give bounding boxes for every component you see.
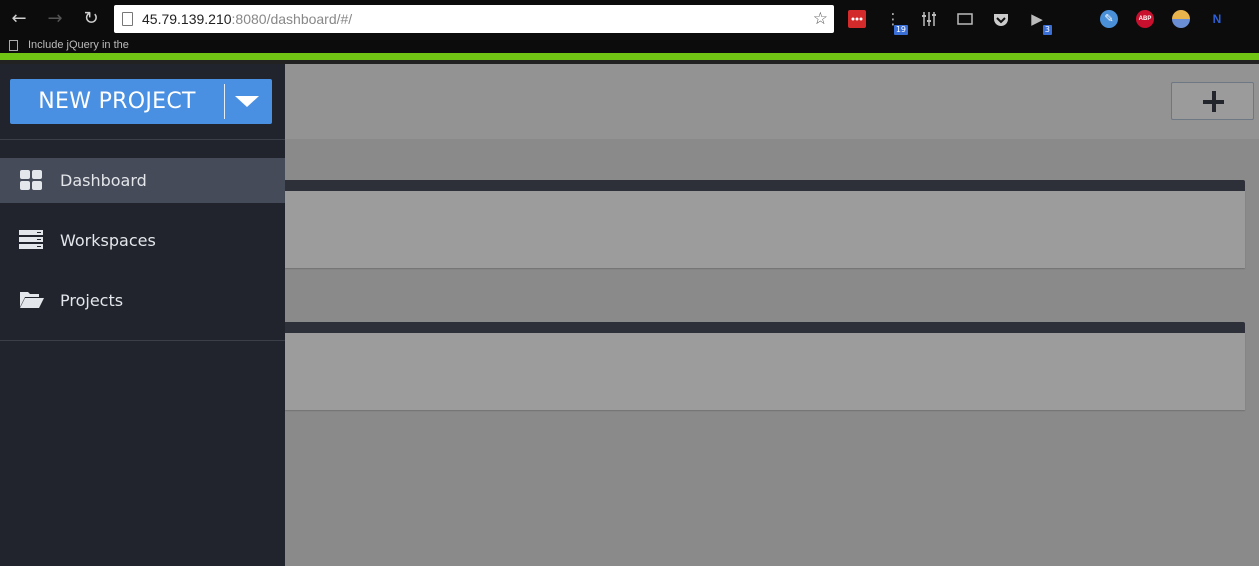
server-stack-icon [19,229,43,251]
sidebar-item-dashboard[interactable]: Dashboard [0,158,285,203]
url-host: 45.79.139.210 [142,11,232,27]
grid-icon [19,169,43,191]
panel-header [285,180,1245,191]
new-project-button[interactable]: NEW PROJECT [10,79,272,124]
url-path: :8080/dashboard/#/ [231,11,353,27]
reload-icon[interactable]: ↻ [80,8,102,30]
page-icon [122,12,133,26]
sidebar-item-label: Workspaces [60,231,156,250]
panel-header [285,322,1245,333]
sidebar-item-label: Projects [60,291,124,310]
sidebar-divider [0,139,285,140]
audio-badge: 3 [1042,25,1052,35]
equalizer-icon[interactable] [920,10,938,28]
chevron-down-icon[interactable] [235,96,259,107]
forward-icon[interactable]: → [44,8,66,30]
lastpass-icon[interactable] [848,10,866,28]
blue-circle-icon[interactable]: ✎ [1100,10,1118,28]
sidebar-item-projects[interactable]: Projects [0,278,285,323]
tab-counter-icon[interactable]: ⋮ 19 [884,10,908,35]
new-project-label: NEW PROJECT [38,89,196,114]
pocket-icon[interactable] [992,10,1010,28]
yellow-circle-icon[interactable] [1172,10,1190,28]
panel-body [285,191,1245,268]
add-button[interactable] [1171,82,1254,120]
url-text[interactable]: 45.79.139.210:8080/dashboard/#/ [142,11,352,27]
sidebar-item-label: Dashboard [60,171,147,190]
sidebar-divider [0,340,285,341]
bookmarks-bar: Include jQuery in the [0,38,1259,53]
address-bar[interactable]: 45.79.139.210:8080/dashboard/#/ ☆ [114,5,834,33]
loading-bar [0,53,1259,60]
panel-body [285,333,1245,410]
folder-open-icon [19,289,44,311]
sidebar-item-workspaces[interactable]: Workspaces [0,218,285,263]
button-divider [224,84,225,119]
bookmark-page-icon [9,40,18,51]
bookmark-item[interactable]: Include jQuery in the [28,39,129,51]
back-icon[interactable]: ← [8,8,30,30]
tab-counter-badge: 19 [893,25,908,35]
page-header [285,64,1259,139]
audio-icon[interactable]: ▶ 3 [1028,10,1052,35]
abp-icon[interactable]: ABP [1136,10,1154,28]
sidebar: NEW PROJECT Dashboard Workspaces Project… [0,64,285,566]
n-icon[interactable]: N [1208,10,1226,28]
browser-toolbar: ← → ↻ 45.79.139.210:8080/dashboard/#/ ☆ … [0,0,1259,53]
bookmark-star-icon[interactable]: ☆ [813,9,828,29]
cast-icon[interactable] [956,10,974,28]
